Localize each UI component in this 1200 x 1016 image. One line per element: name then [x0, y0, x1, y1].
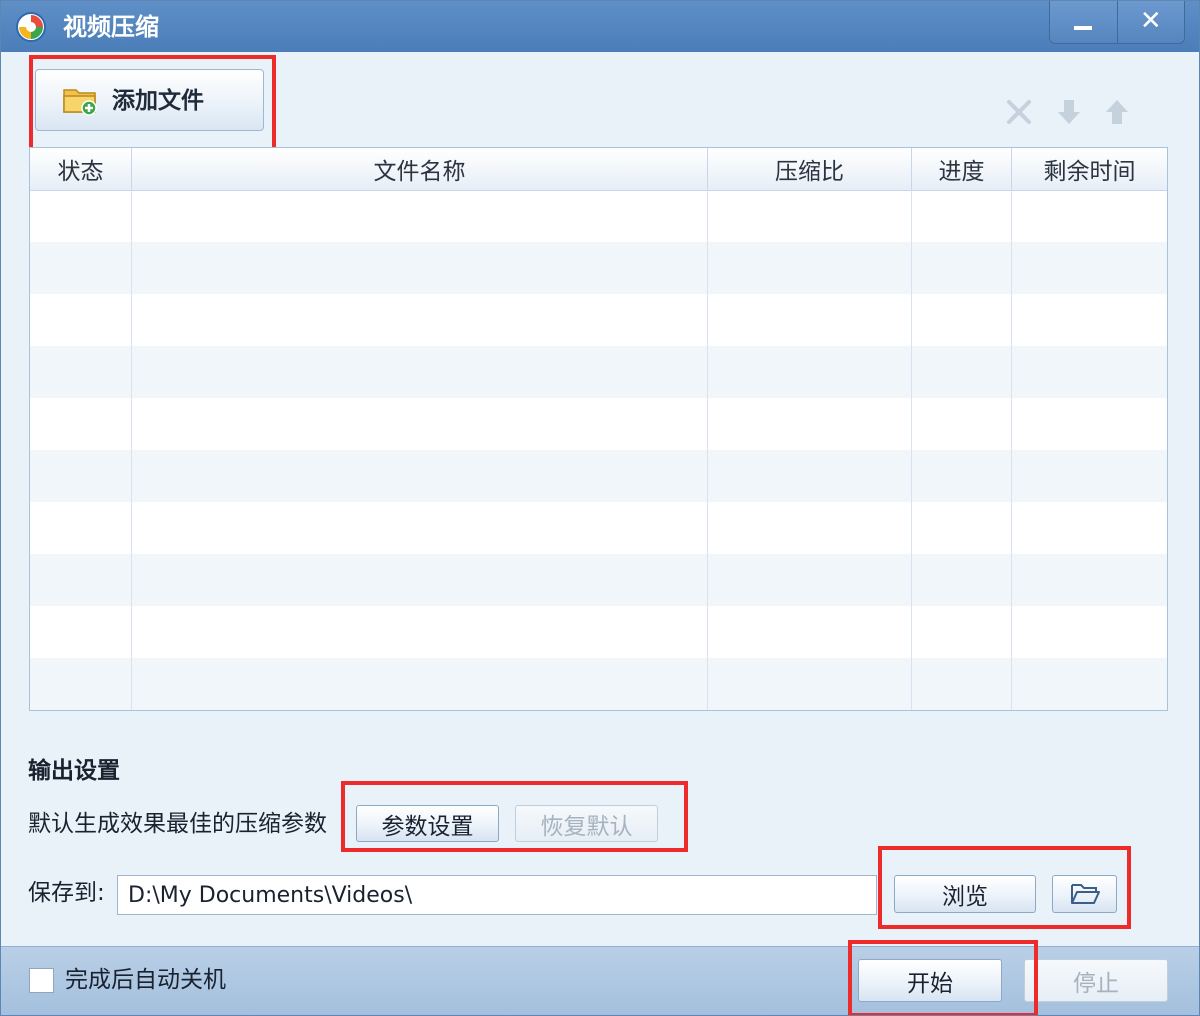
file-table[interactable]: 状态 文件名称 压缩比 进度 剩余时间	[29, 147, 1168, 711]
browse-button[interactable]: 浏览	[894, 875, 1036, 913]
column-file-name[interactable]: 文件名称	[132, 148, 708, 190]
table-row	[30, 658, 1167, 710]
table-row	[30, 606, 1167, 658]
output-settings-title: 输出设置	[28, 758, 120, 784]
add-file-button[interactable]: 添加文件	[35, 69, 264, 131]
column-remaining-time[interactable]: 剩余时间	[1012, 148, 1167, 190]
auto-shutdown-label: 完成后自动关机	[65, 967, 226, 993]
table-row	[30, 242, 1167, 294]
open-folder-button[interactable]	[1052, 875, 1117, 913]
add-file-label: 添加文件	[112, 88, 204, 114]
minimize-icon	[1074, 26, 1093, 30]
table-row	[30, 554, 1167, 606]
table-body	[30, 190, 1167, 710]
video-compress-window: 视频压缩 ✕ 添加文件 状态 文件名称 压缩比 进度 剩余时间 输出设置 默认生…	[0, 0, 1200, 1016]
delete-button[interactable]	[1001, 93, 1037, 131]
window-title: 视频压缩	[63, 13, 159, 41]
column-ratio[interactable]: 压缩比	[708, 148, 912, 190]
delete-icon	[1007, 100, 1031, 124]
column-progress[interactable]: 进度	[912, 148, 1012, 190]
param-settings-button[interactable]: 参数设置	[356, 805, 499, 842]
column-status[interactable]: 状态	[30, 148, 132, 190]
move-down-icon	[1058, 100, 1080, 124]
bottom-bar: 完成后自动关机 开始 停止	[1, 946, 1199, 1015]
title-bar[interactable]: 视频压缩 ✕	[1, 1, 1199, 52]
output-description: 默认生成效果最佳的压缩参数	[28, 811, 327, 837]
stop-button[interactable]: 停止	[1024, 959, 1168, 1002]
move-up-button[interactable]	[1099, 93, 1135, 131]
move-up-icon	[1106, 100, 1128, 124]
add-folder-icon	[63, 89, 97, 116]
close-button[interactable]: ✕	[1116, 1, 1185, 43]
close-icon: ✕	[1139, 6, 1162, 36]
restore-default-button[interactable]: 恢复默认	[515, 805, 658, 842]
move-down-button[interactable]	[1051, 93, 1087, 131]
list-tools	[1001, 93, 1161, 133]
table-header: 状态 文件名称 压缩比 进度 剩余时间	[30, 148, 1167, 191]
start-button[interactable]: 开始	[858, 959, 1002, 1002]
app-icon	[16, 12, 46, 42]
table-row	[30, 502, 1167, 554]
window-controls: ✕	[1049, 1, 1185, 44]
auto-shutdown-checkbox[interactable]	[29, 968, 54, 993]
table-row	[30, 450, 1167, 502]
save-to-label: 保存到:	[28, 880, 105, 906]
save-path-input[interactable]	[117, 875, 877, 915]
table-row	[30, 398, 1167, 450]
table-row	[30, 346, 1167, 398]
table-row	[30, 294, 1167, 346]
table-row	[30, 190, 1167, 242]
minimize-button[interactable]	[1050, 1, 1117, 43]
folder-open-icon	[1070, 884, 1100, 904]
